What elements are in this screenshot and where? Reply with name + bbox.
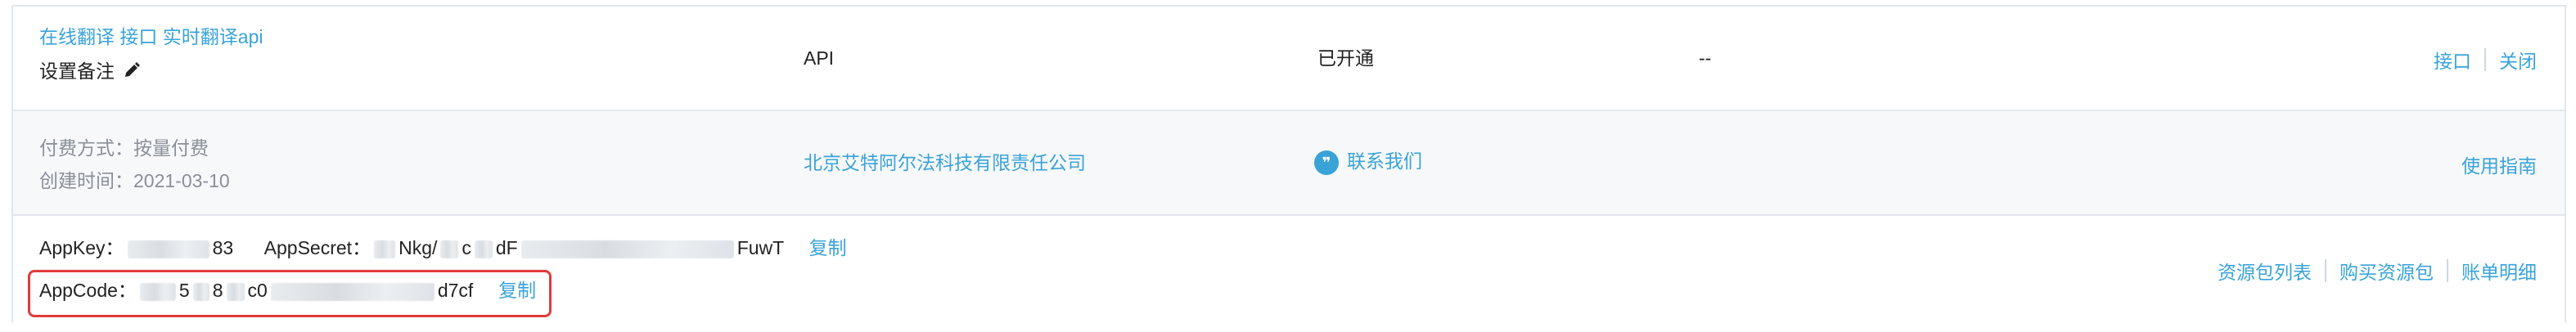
appkey-tail: 83	[212, 237, 234, 258]
appsecret-part-1: Nkg/	[399, 237, 438, 258]
keys-row: AppKey： 83 AppSecret： Nkg/c dF FuwT 复制 AppCo…	[13, 216, 2565, 322]
close-link[interactable]: 关闭	[2499, 46, 2537, 74]
resource-list-link[interactable]: 资源包列表	[2218, 257, 2312, 285]
billing-detail-link[interactable]: 账单明细	[2461, 257, 2537, 285]
service-name-link[interactable]: 在线翻译 接口 实时翻译api	[39, 25, 263, 49]
api-link[interactable]: 接口	[2434, 46, 2471, 74]
service-row: 在线翻译 接口 实时翻译api 设置备注 API 已开通 -- 接口 关闭	[13, 7, 2565, 111]
pencil-icon[interactable]	[123, 61, 141, 85]
company-link[interactable]: 北京艾特阿尔法科技有限责任公司	[804, 150, 1086, 175]
appsecret-redacted-1	[374, 240, 396, 258]
divider	[2447, 259, 2448, 282]
service-panel: 在线翻译 接口 实时翻译api 设置备注 API 已开通 -- 接口 关闭 付费…	[11, 5, 2566, 322]
created-date: 创建时间：2021-03-10	[39, 170, 230, 191]
buy-resource-link[interactable]: 购买资源包	[2340, 257, 2434, 285]
chat-icon: ❞	[1314, 150, 1339, 175]
resource-ops: 资源包列表 购买资源包 账单明细	[2218, 257, 2537, 285]
appsecret-redacted-3	[474, 240, 493, 258]
appsecret-tail: FuwT	[736, 237, 784, 258]
remark-label[interactable]: 设置备注	[39, 59, 141, 85]
service-type: API	[804, 47, 835, 69]
appsecret-redacted-4	[520, 240, 734, 258]
divider	[2484, 48, 2486, 71]
service-ops: 接口 关闭	[2434, 46, 2537, 74]
remark-text: 设置备注	[39, 61, 115, 82]
appsecret-part-2: c	[462, 237, 471, 258]
appsecret-part-3: dF	[495, 237, 518, 258]
appcode-highlight-box	[28, 270, 552, 317]
appkey-redacted	[127, 240, 209, 258]
billing-row: 付费方式：按量付费 创建时间：2021-03-10 北京艾特阿尔法科技有限责任公…	[13, 111, 2565, 216]
copy-secret-button[interactable]: 复制	[809, 237, 847, 258]
pay-method: 付费方式：按量付费	[39, 137, 209, 159]
appkey-label: AppKey：	[39, 237, 124, 258]
divider	[2325, 259, 2326, 282]
appkey-line: AppKey： 83 AppSecret： Nkg/c dF FuwT 复制	[39, 236, 847, 260]
service-extra: --	[1699, 47, 1712, 69]
appsecret-label: AppSecret：	[263, 237, 372, 258]
guide-link[interactable]: 使用指南	[2461, 150, 2537, 178]
service-status: 已开通	[1317, 47, 1374, 69]
appsecret-redacted-2	[440, 240, 459, 258]
guide-ops: 使用指南	[2461, 150, 2537, 178]
contact-us[interactable]: ❞ 联系我们	[1314, 149, 1422, 175]
contact-label: 联系我们	[1347, 150, 1422, 172]
